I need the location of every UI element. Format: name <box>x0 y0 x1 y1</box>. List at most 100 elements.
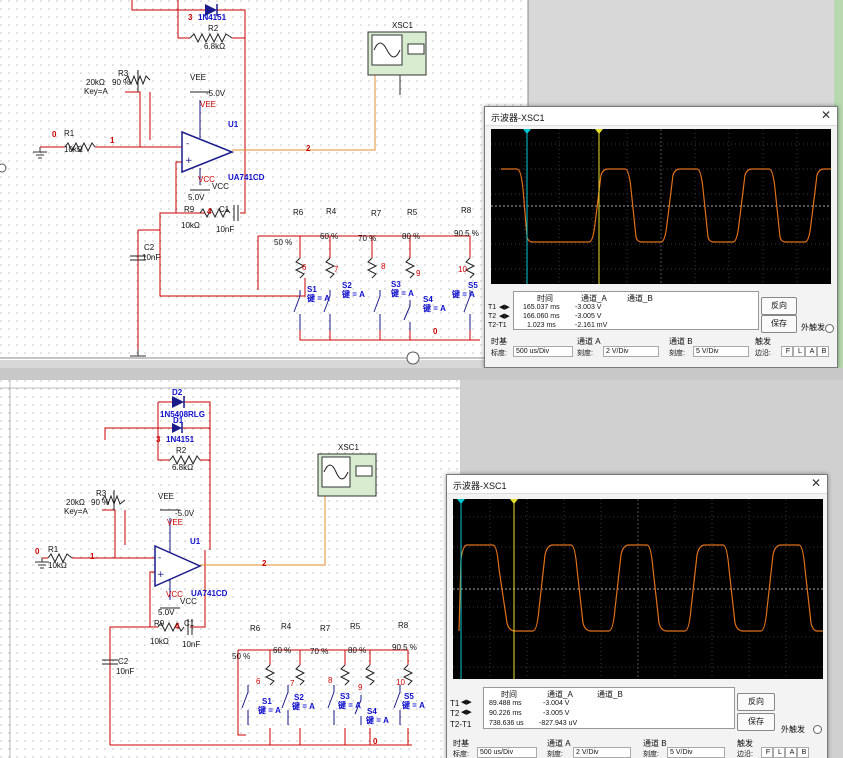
channel-b-scale-field[interactable]: 5 V/Div <box>667 747 725 758</box>
s5-name: S5 <box>404 692 414 701</box>
trigger-source-b-button[interactable]: B <box>797 747 809 758</box>
svg-text:+: + <box>185 156 193 166</box>
c2-value: 10nF <box>142 253 161 262</box>
close-icon[interactable]: ✕ <box>819 108 833 122</box>
bottom-multisim-panel: - + D2 1N5408RLG D1 3 1N4151 R2 6.8kΩ R3… <box>0 380 843 758</box>
trigger-source-a-button[interactable]: A <box>785 747 797 758</box>
node-9: 9 <box>416 269 421 278</box>
node-0-bottom: 0 <box>433 327 438 336</box>
r5-pct: 80 % <box>402 232 421 241</box>
edge-falling-button[interactable]: L <box>793 346 805 357</box>
node-6: 6 <box>302 263 307 272</box>
save-button[interactable]: 保存 <box>761 315 797 333</box>
vcc-value: 5.0V <box>188 193 205 202</box>
node-4: 4 <box>175 622 180 631</box>
reverse-button[interactable]: 反向 <box>761 297 797 315</box>
r1-name: R1 <box>48 545 59 554</box>
node-2: 2 <box>306 144 311 153</box>
r5-name: R5 <box>407 208 418 217</box>
trigger-source-b-button[interactable]: B <box>817 346 829 357</box>
t1-arrows-icon[interactable]: ◀▶ <box>461 698 472 706</box>
vee-value: -5.0V <box>206 89 226 98</box>
dt-time: 738.636 us <box>489 720 524 727</box>
xsc1-label: XSC1 <box>392 21 413 30</box>
oscilloscope-titlebar[interactable]: 示波器-XSC1 ✕ <box>447 475 827 494</box>
u1-label: U1 <box>228 120 239 129</box>
s4-name: S4 <box>367 707 377 716</box>
r9-value: 10kΩ <box>150 637 169 646</box>
node-8: 8 <box>328 676 333 685</box>
row-label-t2-t1: T2-T1 <box>450 720 472 729</box>
timebase-scale-field[interactable]: 500 us/Div <box>477 747 537 758</box>
col-channel-a: 通道_A <box>547 690 573 699</box>
r7-pct: 70 % <box>310 647 329 656</box>
vee-label: VEE <box>158 492 175 501</box>
r3-percent: 90 % <box>112 78 131 87</box>
edge-falling-button[interactable]: L <box>773 747 785 758</box>
node-4: 4 <box>207 207 212 216</box>
reverse-button[interactable]: 反向 <box>737 693 775 711</box>
channel-b-label: 通道 B <box>669 337 693 346</box>
channel-a-scale-label: 刻度: <box>547 751 563 758</box>
edge-rising-button[interactable]: F <box>761 747 773 758</box>
timebase-label: 时基 <box>453 739 469 748</box>
t2-time: 90.226 ms <box>489 710 522 717</box>
channel-a-scale-field[interactable]: 2 V/Div <box>603 346 659 357</box>
r3-value: 20kΩ <box>66 498 85 507</box>
node-0-bottom: 0 <box>373 737 378 746</box>
edge-label: 边沿: <box>755 350 771 357</box>
s1-key: 键 = A <box>258 706 281 715</box>
channel-b-scale-label: 刻度: <box>643 751 659 758</box>
r3-value: 20kΩ <box>86 78 105 87</box>
vee-pin: VEE <box>167 518 184 527</box>
scope-screen-top[interactable] <box>491 129 831 284</box>
trigger-label: 触发 <box>755 337 771 346</box>
scope-grid <box>491 129 831 284</box>
node-1: 1 <box>90 552 95 561</box>
r6-pct: 50 % <box>274 238 293 247</box>
dt-channel-a: -2.161 mV <box>575 322 608 329</box>
channel-b-scale-field[interactable]: 5 V/Div <box>693 346 749 357</box>
s5-key: 键 = A <box>402 701 425 710</box>
timebase-scale-field[interactable]: 500 us/Div <box>513 346 573 357</box>
row-label-t2: T2 <box>488 313 497 320</box>
ext-trigger-radio[interactable] <box>813 725 822 734</box>
ext-trigger-radio[interactable] <box>825 324 834 333</box>
r4-pct: 60 % <box>273 646 292 655</box>
t2-arrows-icon[interactable]: ◀▶ <box>499 312 510 320</box>
r5-pct: 80 % <box>348 646 367 655</box>
trigger-source-a-button[interactable]: A <box>805 346 817 357</box>
node-1: 1 <box>110 136 115 145</box>
row-label-t2-t1: T2-T1 <box>488 322 507 329</box>
s3-key: 键 = A <box>391 289 414 298</box>
ext-trigger-label: 外触发 <box>801 323 825 332</box>
scope-grid <box>453 499 823 679</box>
oscilloscope-titlebar[interactable]: 示波器-XSC1 ✕ <box>485 107 837 126</box>
r6-name: R6 <box>293 208 304 217</box>
vee-value: -5.0V <box>175 509 195 518</box>
timebase-scale-label: 标度: <box>491 350 507 357</box>
c1-name: C1 <box>184 619 195 628</box>
node-0: 0 <box>35 547 40 556</box>
s2-key: 键 = A <box>342 290 365 299</box>
edge-rising-button[interactable]: F <box>781 346 793 357</box>
r1-name: R1 <box>64 129 75 138</box>
channel-a-scale-field[interactable]: 2 V/Div <box>573 747 631 758</box>
s2-key: 键 = A <box>292 702 315 711</box>
t2-arrows-icon[interactable]: ◀▶ <box>461 708 472 716</box>
oscilloscope-window-bottom[interactable]: 示波器-XSC1 ✕ 时间 通道_A 通道_B T1 ◀▶ 89.488 ms … <box>446 474 828 758</box>
t1-arrows-icon[interactable]: ◀▶ <box>499 303 510 311</box>
c2-name: C2 <box>144 243 155 252</box>
save-button[interactable]: 保存 <box>737 713 775 731</box>
scope-screen-bottom[interactable] <box>453 499 823 679</box>
r4-pct: 60 % <box>320 232 339 241</box>
r3-percent: 90 % <box>91 498 110 507</box>
row-label-t1: T1 <box>488 304 497 311</box>
node-10: 10 <box>458 265 467 274</box>
oscilloscope-window-top[interactable]: 示波器-XSC1 ✕ 时间 通道_A 通道_B T1 ◀▶ 165.037 ms… <box>484 106 838 368</box>
close-icon[interactable]: ✕ <box>809 476 823 490</box>
r8-pct: 90.5 % <box>392 643 417 652</box>
channel-a-scale-label: 刻度: <box>577 350 593 357</box>
node-7: 7 <box>290 679 295 688</box>
timebase-label: 时基 <box>491 337 507 346</box>
